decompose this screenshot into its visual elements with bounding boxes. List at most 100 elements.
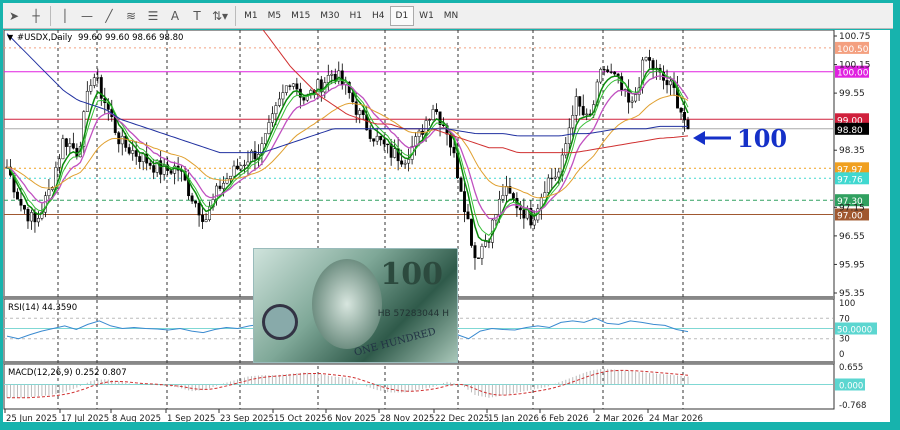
timeframe-m30[interactable]: M30 [315,6,344,26]
date-label: 28 Nov 2025 [380,414,434,422]
date-label: 25 Jun 2025 [6,414,57,422]
candle [428,119,432,121]
vertical-line-icon[interactable]: │ [54,5,76,27]
level-label: 97.76 [837,175,863,185]
price-tick-label: 100.75 [839,32,871,42]
trendline-icon[interactable]: ╱ [98,5,120,27]
candle [375,135,379,142]
candle [550,177,554,180]
symbol-label: #USDX,Daily [17,33,72,43]
candle [169,170,173,174]
date-label: 24 Mar 2026 [649,414,703,422]
candle [218,185,222,189]
chart-canvas[interactable]: 100.50100.0099.0098.8097.9797.7697.3097.… [3,17,890,424]
timeframe-w1[interactable]: W1 [414,6,439,26]
crosshair-icon[interactable]: ┼ [25,5,47,27]
candle [26,208,30,222]
timeframe-m5[interactable]: M5 [263,6,287,26]
candle [372,138,376,142]
equidistant-channel-icon[interactable]: ≋ [120,5,142,27]
date-label: 15 Jan 2026 [488,414,539,422]
candle [330,73,334,76]
candle [553,176,557,179]
candle [665,80,669,86]
candle [229,175,232,179]
horizontal-line-icon[interactable]: — [76,5,98,27]
candle [295,83,299,90]
candle [89,85,93,92]
candle [609,71,613,73]
timeframe-h1[interactable]: H1 [345,6,368,26]
candle [431,109,435,120]
candle [215,185,218,200]
candle [131,150,135,154]
candle [274,105,278,115]
candle [585,113,589,116]
arrows-icon[interactable]: ⇅▾ [208,5,232,27]
text-label-icon[interactable]: T [186,5,208,27]
rsi-tick-label: 100 [839,299,855,309]
candle [393,148,397,158]
candle [204,219,208,222]
price-tick-label: 96.55 [839,232,865,242]
macd-tick-label: 0.655 [839,363,863,373]
candle [61,138,65,160]
candle [669,80,672,86]
candle [606,69,610,73]
dollar-bill-image: 100 HB 57283044 H ONE HUNDRED [253,248,458,363]
price-tick-label: 97.15 [839,203,865,213]
candle [567,127,571,144]
candle [68,143,72,147]
candle [239,165,243,170]
timeframe-mn[interactable]: MN [439,6,464,26]
candle [574,96,578,116]
rsi-label: RSI(14) 44.3590 [8,303,77,313]
candle [92,77,96,86]
candle [340,70,344,85]
timeframe-h4[interactable]: H4 [367,6,390,26]
candle [23,205,26,210]
candle [263,133,267,144]
timeframe-d1[interactable]: D1 [389,5,415,26]
candle [483,241,487,247]
candle [236,165,239,170]
macd-zero-label: 0.000 [839,381,863,391]
date-label: 8 Aug 2025 [112,414,161,422]
candle [386,143,390,146]
candle [232,165,236,177]
price-tick-label: 99.55 [839,89,865,99]
candle [648,57,652,61]
bill-serial: HB 57283044 H [377,309,449,319]
date-label: 1 Sep 2025 [167,414,215,422]
candle [33,212,37,223]
timeframe-m1[interactable]: M1 [239,6,263,26]
candle [302,97,306,101]
cursor-icon[interactable]: ➤ [3,5,25,27]
candle [368,129,372,139]
annotation-arrowhead [693,131,705,145]
timeframe-m15[interactable]: M15 [286,6,315,26]
candle [602,69,606,71]
rsi-level-label: 50.0000 [837,326,872,336]
candle [379,135,383,141]
ma-blue-line [6,33,688,154]
candle [291,83,295,87]
candle [522,209,526,219]
candle [452,146,456,154]
fibonacci-icon[interactable]: ☰ [142,5,164,27]
candle [546,177,550,193]
candle [277,98,281,106]
candle [571,115,575,129]
date-label: 15 Oct 2025 [274,414,327,422]
text-icon[interactable]: A [164,5,186,27]
candle [36,218,40,223]
toolbar-separator [235,5,237,26]
candle [417,130,421,137]
date-label: 2 Mar 2026 [595,414,643,422]
candle [480,246,484,259]
ma-orange-line [6,94,689,199]
chart-window[interactable]: 100.50 100.00 99.00 98.80 97.97 97.76 97.30 97.… [3,17,890,424]
candle [630,100,634,103]
candle [599,69,603,83]
date-label: 6 Nov 2025 [327,414,376,422]
